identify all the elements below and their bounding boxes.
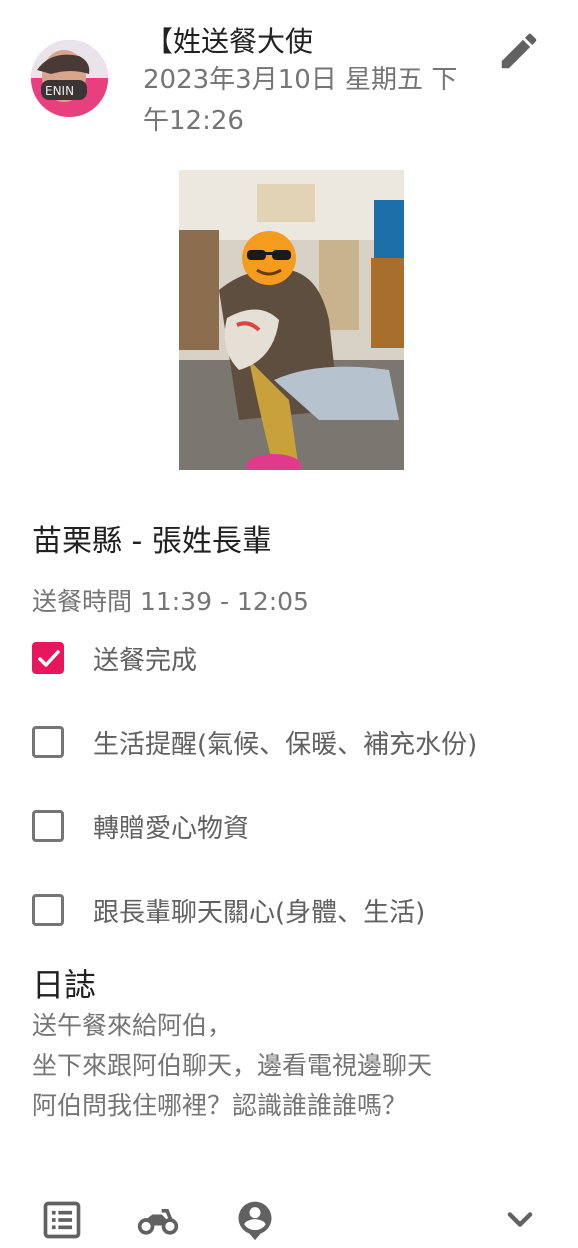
checklist-item-donated-goods[interactable]: 轉贈愛心物資: [32, 808, 562, 892]
log-title: 日誌: [32, 966, 97, 1004]
expand-button[interactable]: [498, 1198, 542, 1242]
service-checklist: 送餐完成 生活提醒(氣候、保暖、補充水份) 轉贈愛心物資 跟長輩聊天關心(身體、…: [32, 640, 562, 976]
checkbox[interactable]: [32, 810, 64, 842]
list-button[interactable]: [40, 1198, 84, 1242]
post-datetime-line-1: 2023年3月10日 星期五 下: [143, 65, 458, 95]
post-datetime: 2023年3月10日 星期五 下 午12:26: [143, 60, 478, 142]
list-icon: [43, 1201, 81, 1239]
chevron-down-icon: [507, 1212, 533, 1227]
checklist-label: 生活提醒(氣候、保暖、補充水份): [93, 730, 478, 760]
edit-button[interactable]: [496, 28, 542, 74]
motorcycle-icon: [137, 1209, 179, 1235]
checklist-item-meal-delivered[interactable]: 送餐完成: [32, 640, 562, 724]
checkmark-icon: [38, 650, 60, 667]
delivery-photo[interactable]: [179, 170, 404, 470]
post-header: ENIN 【姓送餐大使 2023年3月10日 星期五 下 午12:26: [0, 0, 578, 150]
log-line: 阿伯問我住哪裡？認識誰誰誰嗎？: [32, 1091, 408, 1120]
post-datetime-line-2: 午12:26: [143, 106, 244, 136]
checklist-label: 轉贈愛心物資: [93, 814, 250, 844]
checkbox[interactable]: [32, 726, 64, 758]
log-line: 坐下來跟阿伯聊天，邊看電視邊聊天: [32, 1051, 433, 1080]
author-name: 【姓送餐大使: [145, 25, 314, 58]
log-line: 送午餐來給阿伯，: [32, 1011, 233, 1040]
delivery-button[interactable]: [136, 1198, 180, 1242]
checkbox[interactable]: [32, 894, 64, 926]
account-button[interactable]: [233, 1198, 277, 1242]
delivery-time: 送餐時間 11:39 - 12:05: [32, 587, 309, 616]
svg-text:ENIN: ENIN: [45, 84, 74, 98]
pencil-icon: [501, 33, 537, 69]
checklist-label: 跟長輩聊天關心(身體、生活): [93, 898, 426, 928]
bottom-action-bar: [0, 1190, 578, 1248]
place-title: 苗栗縣 - 張姓長輩: [32, 524, 272, 559]
checklist-item-chat-care[interactable]: 跟長輩聊天關心(身體、生活): [32, 892, 562, 976]
checklist-item-life-reminder[interactable]: 生活提醒(氣候、保暖、補充水份): [32, 724, 562, 808]
checkbox-checked[interactable]: [32, 642, 64, 674]
checklist-label: 送餐完成: [93, 646, 198, 676]
avatar[interactable]: ENIN: [31, 40, 108, 117]
log-body: 送午餐來給阿伯， 坐下來跟阿伯聊天，邊看電視邊聊天 阿伯問我住哪裡？認識誰誰誰嗎…: [32, 1006, 432, 1126]
account-icon: [238, 1201, 272, 1241]
